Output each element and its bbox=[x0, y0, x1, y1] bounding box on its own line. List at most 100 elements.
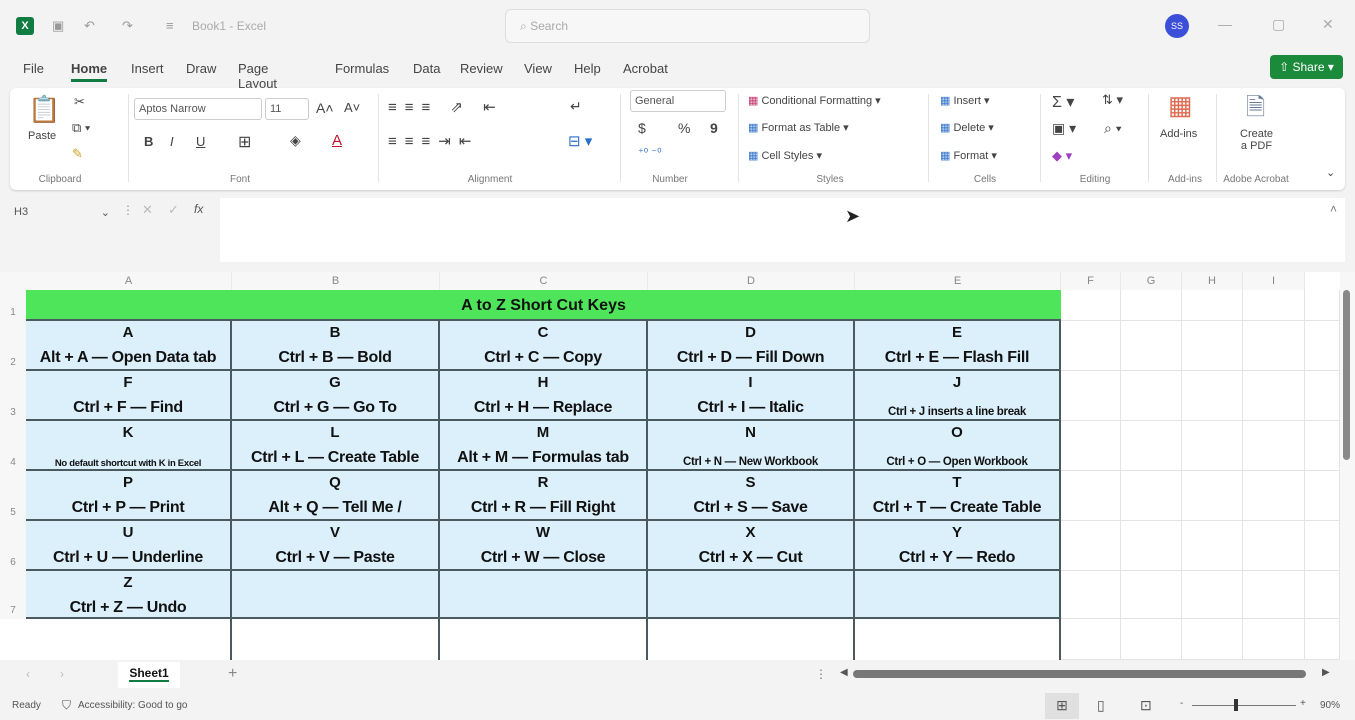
font-name-select[interactable]: Aptos Narrow bbox=[134, 98, 262, 120]
tab-view[interactable]: View bbox=[524, 58, 552, 79]
column-header[interactable]: H bbox=[1182, 272, 1243, 290]
column-header[interactable]: C bbox=[440, 272, 648, 290]
autosum-button[interactable]: Σ ▾ bbox=[1052, 92, 1074, 112]
cancel-icon[interactable]: ✕ bbox=[142, 202, 153, 218]
tab-acrobat[interactable]: Acrobat bbox=[623, 58, 668, 79]
scroll-left-icon[interactable]: ◀ bbox=[840, 667, 848, 678]
shortcut-cell[interactable]: A Alt + A — Open Data tab bbox=[26, 321, 232, 371]
decrease-font-icon[interactable]: A˅ bbox=[344, 100, 360, 115]
format-cells-button[interactable]: ▦ Format ▾ bbox=[940, 149, 997, 162]
shortcut-cell[interactable]: Q Alt + Q — Tell Me / bbox=[232, 471, 440, 521]
shortcut-cell[interactable]: R Ctrl + R — Fill Right bbox=[440, 471, 648, 521]
shortcut-cell[interactable] bbox=[440, 571, 648, 619]
bold-button[interactable]: B bbox=[144, 134, 153, 149]
worksheet-grid[interactable]: A to Z Short Cut Keys ABCDEFGHI1234567AA… bbox=[0, 272, 1340, 660]
insert-cells-button[interactable]: ▦ Insert ▾ bbox=[940, 94, 990, 107]
row-header[interactable]: 2 bbox=[0, 321, 26, 371]
find-select-icon[interactable]: ⌕ ▾ bbox=[1104, 120, 1122, 137]
paste-icon[interactable]: 📋 bbox=[28, 94, 60, 125]
shortcut-cell[interactable]: V Ctrl + V — Paste bbox=[232, 521, 440, 571]
column-header[interactable]: A bbox=[26, 272, 232, 290]
maximize-button[interactable]: ▢ bbox=[1272, 16, 1285, 33]
tab-formulas[interactable]: Formulas bbox=[335, 58, 389, 79]
fill-color-icon[interactable]: ◈ bbox=[290, 132, 301, 149]
save-icon[interactable]: ▣ bbox=[52, 18, 64, 34]
italic-button[interactable]: I bbox=[170, 134, 174, 149]
select-all-corner[interactable] bbox=[0, 272, 26, 290]
normal-view-icon[interactable]: ⊞ bbox=[1045, 693, 1079, 719]
row-header[interactable]: 3 bbox=[0, 371, 26, 421]
shortcut-cell[interactable]: Z Ctrl + Z — Undo bbox=[26, 571, 232, 619]
tab-draw[interactable]: Draw bbox=[186, 58, 216, 79]
shortcut-cell[interactable]: L Ctrl + L — Create Table bbox=[232, 421, 440, 471]
clear-icon[interactable]: ◆ ▾ bbox=[1052, 148, 1072, 164]
font-size-select[interactable]: 11 bbox=[265, 98, 309, 120]
shortcut-cell[interactable]: J Ctrl + J inserts a line break bbox=[855, 371, 1061, 421]
cell-styles-button[interactable]: ▦ Cell Styles ▾ bbox=[748, 149, 822, 162]
tab-home[interactable]: Home bbox=[71, 58, 108, 82]
row-header[interactable]: 1 bbox=[0, 290, 26, 321]
increase-font-icon[interactable]: A˄ bbox=[316, 100, 334, 116]
collapse-formula-bar-icon[interactable]: ˄ bbox=[1330, 202, 1337, 216]
vertical-align-icons[interactable]: ≡≡≡ ⇗ ⇤ bbox=[388, 98, 504, 116]
horizontal-align-icons[interactable]: ≡≡≡⇥⇤ bbox=[388, 132, 479, 150]
format-painter-icon[interactable]: ✎ bbox=[72, 146, 83, 162]
shortcut-cell[interactable]: U Ctrl + U — Underline bbox=[26, 521, 232, 571]
tab-insert[interactable]: Insert bbox=[131, 58, 164, 79]
column-header[interactable]: I bbox=[1243, 272, 1305, 290]
create-pdf-button[interactable]: Create a PDF bbox=[1240, 128, 1273, 152]
shortcut-cell[interactable]: X Ctrl + X — Cut bbox=[648, 521, 855, 571]
customize-toolbar-icon[interactable]: ≡ bbox=[166, 18, 174, 33]
shortcut-cell[interactable]: C Ctrl + C — Copy bbox=[440, 321, 648, 371]
share-button[interactable]: ⇧ Share ▾ bbox=[1270, 55, 1343, 79]
redo-icon[interactable]: ↷ bbox=[122, 18, 133, 34]
vertical-scroll-thumb[interactable] bbox=[1343, 290, 1350, 460]
formula-input[interactable] bbox=[220, 198, 1345, 262]
tab-file[interactable]: File bbox=[23, 58, 44, 79]
shortcut-cell[interactable]: N Ctrl + N — New Workbook bbox=[648, 421, 855, 471]
prev-sheet-icon[interactable]: ‹ bbox=[26, 667, 30, 681]
column-header[interactable]: D bbox=[648, 272, 855, 290]
collapse-ribbon-icon[interactable]: ⌄ bbox=[1326, 166, 1335, 179]
merge-center-icon[interactable]: ⊟ ▾ bbox=[568, 132, 592, 150]
number-format-select[interactable]: General bbox=[630, 90, 726, 112]
shortcut-cell[interactable]: G Ctrl + G — Go To bbox=[232, 371, 440, 421]
tab-help[interactable]: Help bbox=[574, 58, 601, 79]
minimize-button[interactable]: — bbox=[1218, 16, 1232, 32]
shortcut-cell[interactable]: I Ctrl + I — Italic bbox=[648, 371, 855, 421]
close-button[interactable]: ✕ bbox=[1322, 16, 1334, 33]
next-sheet-icon[interactable]: › bbox=[60, 667, 64, 681]
borders-icon[interactable]: ⊞ bbox=[238, 132, 251, 152]
shortcut-cell[interactable] bbox=[855, 571, 1061, 619]
fill-icon[interactable]: ▣ ▾ bbox=[1052, 120, 1076, 137]
shortcut-cell[interactable]: H Ctrl + H — Replace bbox=[440, 371, 648, 421]
name-box[interactable]: H3 ⌄ bbox=[10, 202, 114, 224]
shortcut-cell[interactable]: Y Ctrl + Y — Redo bbox=[855, 521, 1061, 571]
shortcut-cell[interactable]: T Ctrl + T — Create Table bbox=[855, 471, 1061, 521]
shortcut-cell[interactable]: W Ctrl + W — Close bbox=[440, 521, 648, 571]
currency-button[interactable]: $ bbox=[638, 120, 646, 136]
column-header[interactable]: E bbox=[855, 272, 1061, 290]
comma-button[interactable]: 9 bbox=[710, 120, 718, 136]
zoom-slider[interactable] bbox=[1192, 705, 1296, 706]
percent-button[interactable]: % bbox=[678, 120, 690, 136]
shortcut-cell[interactable] bbox=[232, 571, 440, 619]
row-header[interactable]: 7 bbox=[0, 571, 26, 619]
search-input[interactable]: ⌕ Search bbox=[505, 9, 870, 43]
shortcut-cell[interactable]: D Ctrl + D — Fill Down bbox=[648, 321, 855, 371]
scroll-right-icon[interactable]: ▶ bbox=[1322, 667, 1330, 678]
row-header[interactable]: 5 bbox=[0, 471, 26, 521]
wrap-text-icon[interactable]: ↵ bbox=[570, 98, 582, 115]
tab-review[interactable]: Review bbox=[460, 58, 503, 79]
tab-data[interactable]: Data bbox=[413, 58, 440, 79]
cut-icon[interactable]: ✂ bbox=[74, 94, 85, 110]
shortcut-cell[interactable] bbox=[648, 571, 855, 619]
insert-function-button[interactable]: fx bbox=[194, 202, 203, 216]
delete-cells-button[interactable]: ▦ Delete ▾ bbox=[940, 121, 994, 134]
enter-icon[interactable]: ✓ bbox=[168, 202, 179, 218]
add-ins-button[interactable]: Add-ins bbox=[1160, 128, 1197, 140]
sort-filter-icon[interactable]: ⇅ ▾ bbox=[1102, 92, 1123, 108]
page-break-view-icon[interactable]: ⊡ bbox=[1140, 697, 1152, 714]
zoom-slider-thumb[interactable] bbox=[1234, 699, 1238, 711]
add-sheet-button[interactable]: + bbox=[228, 665, 237, 683]
